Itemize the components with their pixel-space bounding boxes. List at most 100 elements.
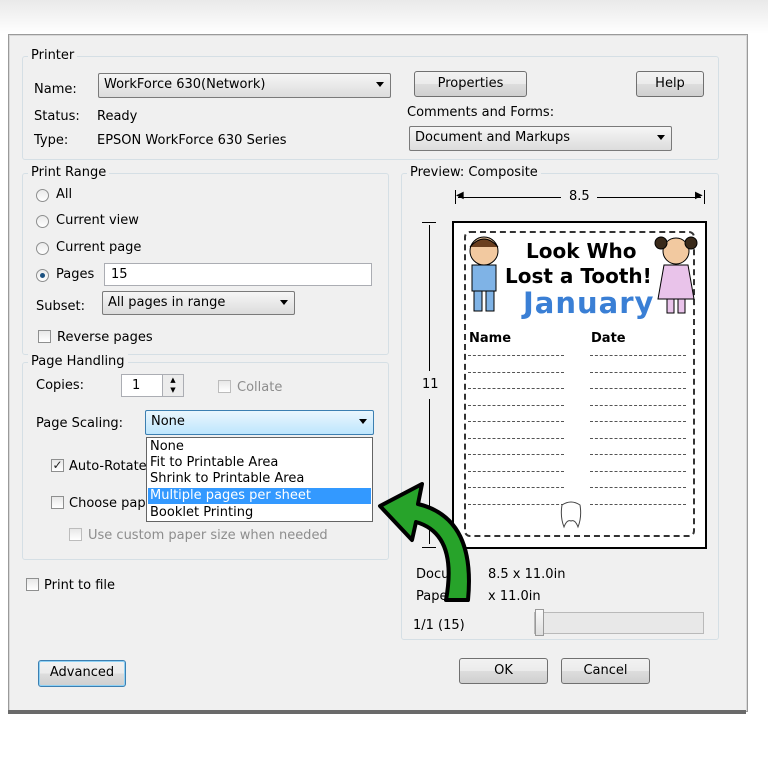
pages-input[interactable]: 15 [104,263,372,286]
scaling-option-fit[interactable]: Fit to Printable Area [148,455,371,471]
preview-width-label: 8.5 [569,189,590,204]
worksheet-line [468,404,564,406]
auto-rotate-label[interactable]: Auto-Rotate [69,459,147,474]
chevron-down-icon [359,419,367,424]
choose-paper-label[interactable]: Choose pape [69,496,154,511]
dim-tick-right [704,190,705,204]
printer-name-select[interactable]: WorkForce 630(Network) [98,73,391,98]
subset-select[interactable]: All pages in range [102,291,295,315]
worksheet-line [590,437,686,439]
worksheet-line [468,355,564,356]
scaling-option-multiple[interactable]: Multiple pages per sheet [148,488,371,504]
printer-type-label: Type: [34,133,69,148]
chevron-down-icon [376,82,384,87]
dim-line-top [429,225,430,371]
stepper-down-icon[interactable]: ▼ [162,385,183,396]
printer-group-label: Printer [28,48,78,63]
radio-pages-label[interactable]: Pages [56,267,94,282]
collate-checkbox[interactable] [218,380,231,393]
advanced-button[interactable]: Advanced [38,660,126,687]
dim-tick-top [422,222,436,223]
worksheet-line [590,503,686,505]
page-scaling-label: Page Scaling: [36,416,124,431]
worksheet-line [468,388,564,389]
subset-label: Subset: [36,299,85,314]
page-counter: 1/1 (15) [413,618,465,633]
copies-label: Copies: [36,378,85,393]
worksheet-line [590,487,686,488]
boy-illustration-icon [469,236,499,312]
dialog-bottom-edge [8,710,746,714]
page-scaling-value: None [151,414,185,429]
page-slider-track[interactable] [534,612,704,634]
arrow-left-icon: ◀ [456,190,464,201]
worksheet-line [590,371,686,373]
pages-input-value: 15 [111,267,128,282]
dim-line-right [597,197,701,198]
reverse-pages-label[interactable]: Reverse pages [57,330,153,345]
help-button[interactable]: Help [636,71,704,97]
worksheet-line [590,355,686,356]
cancel-button[interactable]: Cancel [561,658,650,684]
worksheet-line [590,404,686,406]
printer-name-value: WorkForce 630(Network) [104,77,266,92]
worksheet-month: January [523,286,655,320]
print-range-label: Print Range [28,165,110,180]
radio-all[interactable] [36,189,49,202]
auto-rotate-checkbox[interactable]: ✓ [51,459,64,472]
page-handling-label: Page Handling [28,354,128,369]
worksheet-title-line2: Lost a Tooth! [505,264,652,288]
custom-paper-checkbox[interactable] [69,528,82,541]
worksheet-line [590,421,686,422]
radio-current-view-label[interactable]: Current view [56,213,139,228]
ok-button[interactable]: OK [459,658,548,684]
chevron-down-icon [280,300,288,305]
page-scaling-dropdown: None Fit to Printable Area Shrink to Pri… [146,437,373,522]
comments-forms-label: Comments and Forms: [407,105,555,120]
scaling-option-booklet[interactable]: Booklet Printing [148,505,371,521]
radio-pages[interactable] [36,269,49,282]
properties-button[interactable]: Properties [414,71,527,97]
collate-label[interactable]: Collate [237,380,282,395]
printer-status-label: Status: [34,109,80,124]
worksheet-line [590,470,686,472]
custom-paper-label[interactable]: Use custom paper size when needed [88,528,328,543]
worksheet-title-line1: Look Who [526,239,637,263]
worksheet-line [468,437,564,439]
paper-size-value: x 11.0in [488,589,541,604]
tooth-icon [560,501,582,529]
worksheet-col-date: Date [591,331,626,346]
reverse-pages-checkbox[interactable] [38,330,51,343]
radio-current-page-label[interactable]: Current page [56,240,141,255]
print-to-file-checkbox[interactable] [26,578,39,591]
radio-all-label[interactable]: All [56,187,72,202]
dim-line-left [458,197,561,198]
print-to-file-label[interactable]: Print to file [44,578,115,593]
chevron-down-icon [657,135,665,140]
worksheet-col-name: Name [469,331,512,346]
radio-current-page[interactable] [36,242,49,255]
subset-value: All pages in range [108,295,226,310]
page-slider-thumb[interactable] [535,609,544,636]
worksheet-line [468,371,564,373]
worksheet-line [590,388,686,389]
preview-height-label: 11 [422,377,439,392]
worksheet-line [590,454,686,455]
scaling-option-shrink[interactable]: Shrink to Printable Area [148,471,371,487]
copies-stepper[interactable]: 1 ▲ ▼ [121,374,184,397]
green-arrow-icon [378,482,471,602]
worksheet-line [468,421,564,422]
arrow-right-icon: ▶ [695,190,703,201]
choose-paper-checkbox[interactable] [51,496,64,509]
comments-forms-select[interactable]: Document and Markups [409,126,672,151]
girl-illustration-icon [654,236,698,314]
page-scaling-select[interactable]: None [145,410,374,435]
background-top-band [0,0,768,34]
preview-group-label: Preview: Composite [407,165,541,180]
document-size-value: 8.5 x 11.0in [488,567,566,582]
printer-name-label: Name: [34,82,77,97]
scaling-option-none[interactable]: None [148,439,371,455]
printer-status-value: Ready [97,109,138,124]
copies-value: 1 [132,378,141,393]
radio-current-view[interactable] [36,215,49,228]
